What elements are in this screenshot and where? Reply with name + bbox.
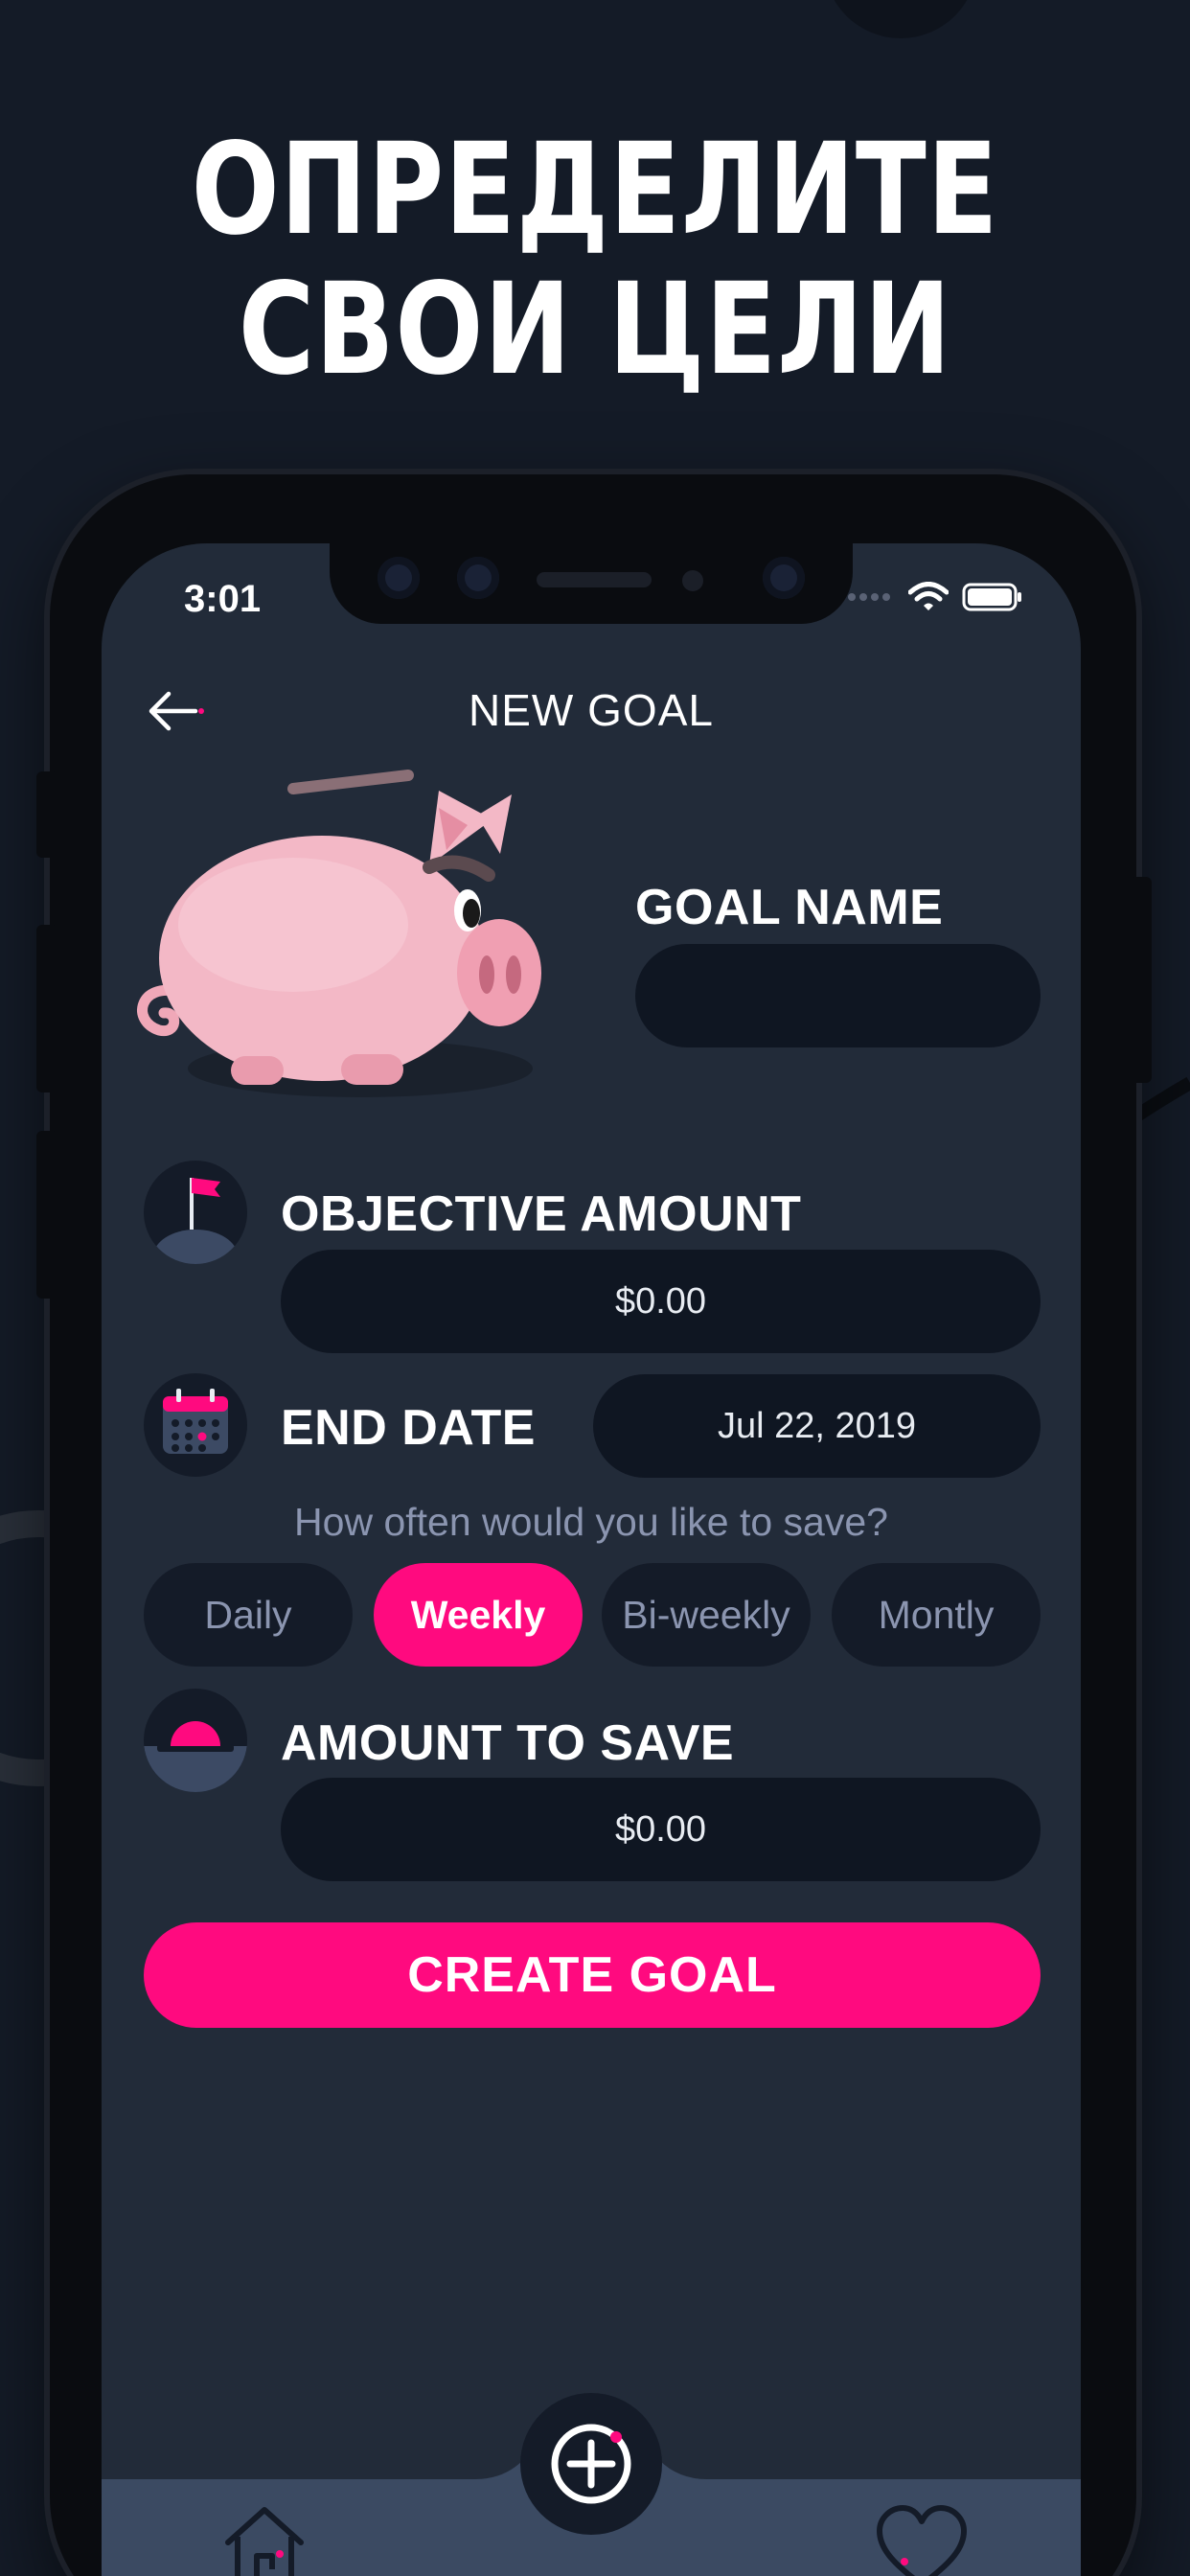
heart-icon[interactable] xyxy=(874,2502,970,2576)
camera-icon xyxy=(457,557,499,599)
frequency-question: How often would you like to save? xyxy=(294,1500,888,1544)
camera-icon xyxy=(378,557,420,599)
phone-side-button xyxy=(1131,877,1152,1083)
battery-icon xyxy=(962,583,1021,611)
goal-name-label: GOAL NAME xyxy=(635,880,944,935)
camera-icon xyxy=(763,557,805,599)
objective-amount-input[interactable]: $0.00 xyxy=(281,1250,1041,1353)
speaker-grille xyxy=(537,572,652,587)
add-goal-button[interactable] xyxy=(520,2393,662,2535)
headline: ОПРЕДЕЛИТЕ СВОИ ЦЕЛИ xyxy=(107,120,1083,400)
page-title: NEW GOAL xyxy=(469,685,714,735)
status-icons xyxy=(847,582,1023,612)
sensor-dot xyxy=(682,570,703,591)
wifi-icon xyxy=(908,582,949,610)
frequency-option-biweekly[interactable]: Bi-weekly xyxy=(602,1563,811,1667)
flag-icon xyxy=(144,1161,247,1264)
amount-to-save-input[interactable]: $0.00 xyxy=(281,1778,1041,1881)
signal-icon xyxy=(848,593,890,601)
phone-notch xyxy=(330,543,853,624)
coin-slot-icon xyxy=(144,1689,247,1792)
headline-line-1: ОПРЕДЕЛИТЕ xyxy=(191,116,999,264)
piggy-bank-illustration xyxy=(137,770,541,1097)
frequency-option-daily[interactable]: Daily xyxy=(144,1563,353,1667)
phone-side-button xyxy=(36,771,57,858)
app-screen: 3:01 NEW GOAL GOAL NAME OBJECTIVE AMOUNT… xyxy=(102,543,1081,2576)
add-icon xyxy=(551,2424,631,2504)
headline-line-2: СВОИ ЦЕЛИ xyxy=(238,256,952,403)
status-time: 3:01 xyxy=(184,578,262,620)
home-icon[interactable] xyxy=(218,2500,310,2576)
goal-name-input[interactable] xyxy=(635,944,1041,1047)
calendar-icon xyxy=(144,1373,247,1477)
create-goal-button[interactable]: CREATE GOAL xyxy=(144,1922,1041,2028)
frequency-option-weekly[interactable]: Weekly xyxy=(374,1563,583,1667)
frequency-option-monthly[interactable]: Montly xyxy=(832,1563,1041,1667)
end-date-picker[interactable]: Jul 22, 2019 xyxy=(593,1374,1041,1478)
objective-amount-label: OBJECTIVE AMOUNT xyxy=(281,1186,802,1242)
phone-side-button xyxy=(36,1131,57,1299)
end-date-label: END DATE xyxy=(281,1400,536,1456)
phone-side-button xyxy=(36,925,57,1092)
amount-to-save-label: AMOUNT TO SAVE xyxy=(281,1715,735,1771)
